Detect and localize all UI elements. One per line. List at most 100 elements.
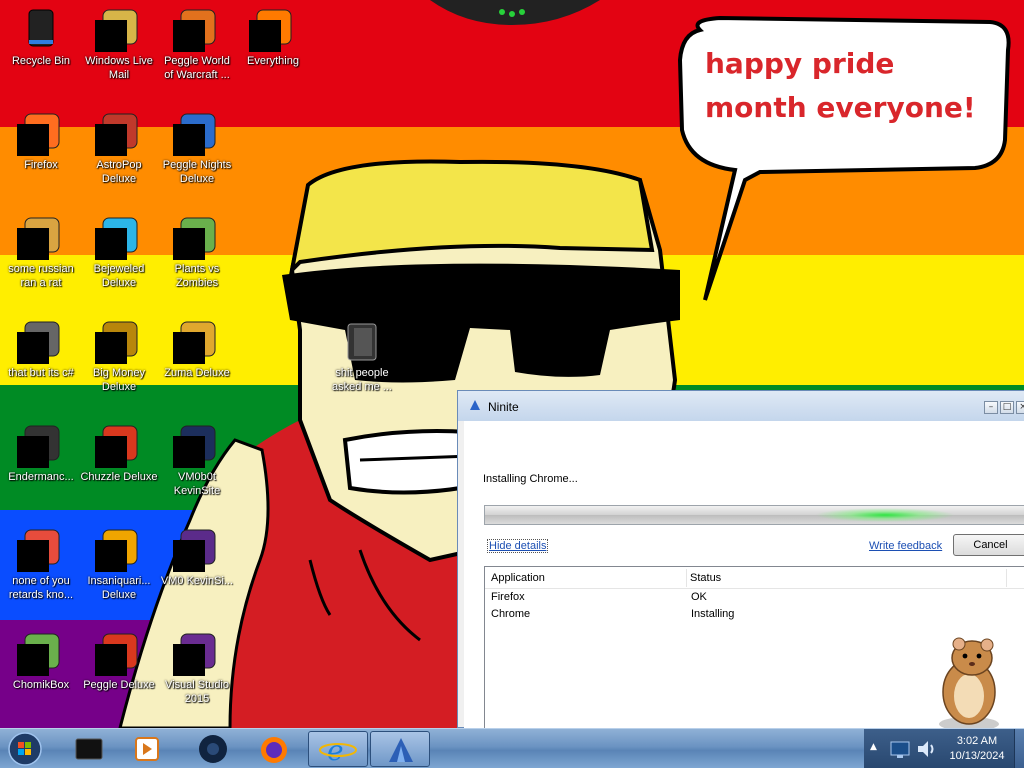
close-button[interactable]: × [1016, 401, 1024, 414]
desktop-icon[interactable]: Recycle Bin [2, 4, 80, 68]
minimize-button[interactable]: – [984, 401, 998, 414]
hamster-icon [17, 628, 65, 676]
show-desktop-button[interactable] [1014, 729, 1024, 768]
game-icon [173, 108, 221, 156]
ninite-content: Installing Chrome... Hide details Write … [464, 421, 1024, 759]
network-icon[interactable] [888, 737, 912, 761]
window-icon [17, 316, 65, 364]
maximize-button[interactable]: □ [1000, 401, 1014, 414]
column-header-status[interactable]: Status [690, 572, 721, 584]
desktop-icon[interactable]: Everything [234, 4, 312, 68]
cancel-button[interactable]: Cancel [953, 534, 1024, 556]
money-bag-icon [95, 316, 143, 364]
clock-date: 10/13/2024 [949, 750, 1005, 762]
volume-icon[interactable] [914, 737, 938, 761]
desktop-icon-label: VM0 KevinSi... [160, 575, 234, 587]
redaction-box [95, 228, 127, 260]
taskbar-firefox[interactable] [246, 731, 306, 767]
redaction-box [95, 332, 127, 364]
desktop-icon[interactable]: Windows Live Mail [80, 4, 158, 82]
column-header-application[interactable]: Application [491, 572, 545, 584]
desktop-icon-label: Peggle Deluxe [83, 679, 155, 691]
redaction-box [17, 124, 49, 156]
desktop-icon[interactable]: Peggle Nights Deluxe [158, 108, 236, 186]
redaction-box [173, 436, 205, 468]
redaction-box [17, 436, 49, 468]
desktop-icon[interactable]: some russian ran a rat [2, 212, 80, 290]
desktop-icon[interactable]: Zuma Deluxe [158, 316, 236, 380]
desktop-icon-label: Everything [247, 55, 299, 67]
desktop-icon-label: ChomikBox [12, 679, 70, 691]
desktop-icon[interactable]: Peggle World of Warcraft ... [158, 4, 236, 82]
ninite-titlebar[interactable]: Ninite – □ × [458, 391, 1024, 421]
desktop-icon[interactable]: AstroPop Deluxe [80, 108, 158, 186]
install-status: Installing Chrome... [483, 473, 578, 485]
visual-studio-icon [173, 628, 221, 676]
desktop-icon-label: Bejeweled Deluxe [93, 263, 145, 289]
hide-details-link[interactable]: Hide details [487, 539, 549, 553]
redaction-box [95, 436, 127, 468]
write-feedback-link[interactable]: Write feedback [869, 540, 942, 552]
plant-icon [173, 212, 221, 260]
redaction-box [95, 124, 127, 156]
desktop-icon-label: some russian ran a rat [8, 263, 74, 289]
desktop-icon-label: Big Money Deluxe [93, 367, 145, 393]
desktop-icon[interactable]: none of you retards kno... [2, 524, 80, 602]
taskbar-ninite[interactable] [370, 731, 430, 767]
ninite-icon [470, 400, 480, 410]
desktop-icon-label: Peggle World of Warcraft ... [164, 55, 230, 81]
search-icon [249, 4, 297, 52]
taskbar-window-switcher[interactable] [60, 731, 120, 767]
desktop-icon[interactable]: Peggle Deluxe [80, 628, 158, 692]
app-icon [17, 524, 65, 572]
desktop-icon[interactable]: Firefox [2, 108, 80, 172]
desktop-icon[interactable]: that but its c# [2, 316, 80, 380]
redaction-box [173, 332, 205, 364]
app-name: Firefox [491, 591, 525, 603]
list-header: Application Status [485, 567, 1024, 589]
clock-time: 3:02 AM [956, 735, 998, 747]
desktop-icon[interactable]: Endermanc... [2, 420, 80, 484]
desktop-icon-label: none of you retards kno... [8, 575, 74, 601]
game-icon [95, 108, 143, 156]
redaction-box [95, 644, 127, 676]
window-switcher-icon [75, 738, 103, 760]
desktop-icon[interactable]: Visual Studio 2015 [158, 628, 236, 706]
desktop-icon-label: Plants vs Zombies [174, 263, 220, 289]
desktop-icon[interactable]: shit people asked me ... [323, 316, 401, 394]
terminal-icon [17, 420, 65, 468]
recycle-bin-icon [17, 4, 65, 52]
desktop-icon[interactable]: Plants vs Zombies [158, 212, 236, 290]
taskbar-media-player[interactable] [118, 731, 178, 767]
taskbar-steam[interactable] [184, 731, 244, 767]
list-item[interactable]: Firefox OK [485, 589, 1024, 606]
internet-explorer-icon: e [319, 734, 357, 767]
desktop-icon[interactable]: ChomikBox [2, 628, 80, 692]
app-icon [173, 524, 221, 572]
desktop-icon[interactable]: Bejeweled Deluxe [80, 212, 158, 290]
desktop-icon[interactable]: Insaniquari... Deluxe [80, 524, 158, 602]
desktop-icon[interactable]: VM0b0t KevinSite [158, 420, 236, 498]
desktop-icon-label: shit people asked me ... [332, 367, 392, 393]
app-status: OK [691, 591, 707, 603]
redaction-box [17, 540, 49, 572]
app-name: Chrome [491, 608, 531, 620]
steam-icon [199, 735, 227, 763]
ninite-window[interactable]: Ninite – □ × Installing Chrome... Hide d… [457, 390, 1024, 759]
app-icon [17, 212, 65, 260]
taskbar-internet-explorer[interactable]: e [308, 731, 368, 767]
desktop-icon[interactable]: Chuzzle Deluxe [80, 420, 158, 484]
redaction-box [95, 20, 127, 52]
desktop-icon[interactable]: Big Money Deluxe [80, 316, 158, 394]
show-hidden-icons-arrow[interactable]: ▲ [870, 742, 877, 752]
system-clock[interactable]: 3:02 AM 10/13/2024 [944, 734, 1010, 764]
desktop-icon-label: Insaniquari... Deluxe [87, 575, 151, 601]
list-item[interactable]: Chrome Installing [485, 606, 1024, 623]
app-icon [173, 420, 221, 468]
desktop-icon[interactable]: VM0 KevinSi... [158, 524, 236, 588]
install-progress-bar [484, 505, 1024, 525]
speech-bubble-text: happy pride month everyone! [705, 47, 976, 124]
game-icon [173, 4, 221, 52]
redaction-box [173, 124, 205, 156]
start-button[interactable] [5, 730, 45, 768]
